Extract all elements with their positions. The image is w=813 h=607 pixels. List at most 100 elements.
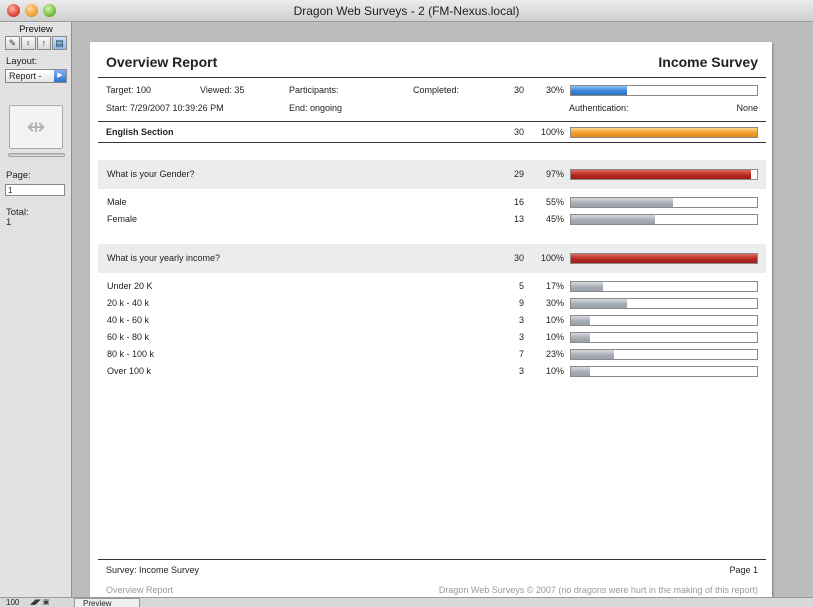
- popup-arrow-icon: ▶: [54, 70, 66, 82]
- header-divider: [98, 77, 766, 78]
- section-percent: 100%: [540, 127, 564, 137]
- section-bar: [570, 127, 758, 138]
- answer-bar-fill: [571, 316, 590, 325]
- answer-bar-fill: [571, 299, 627, 308]
- report-page: Overview Report Income Survey Target: 10…: [90, 42, 772, 597]
- answer-label: 80 k - 100 k: [107, 349, 155, 359]
- window-title: Dragon Web Surveys - 2 (FM-Nexus.local): [293, 4, 520, 18]
- answer-percent: 30%: [545, 298, 564, 308]
- mode-popup[interactable]: Preview: [74, 598, 140, 607]
- section-divider-top: [98, 121, 766, 122]
- layout-popup[interactable]: Report - ▶: [5, 69, 67, 83]
- answer-bar-fill: [571, 350, 614, 359]
- answer-percent: 10%: [545, 315, 564, 325]
- lasso-icon[interactable]: ♀: [20, 36, 36, 50]
- answer-count: 9: [518, 298, 524, 308]
- answer-bar: [570, 332, 758, 343]
- question-bar-fill: [571, 170, 752, 179]
- answer-percent: 45%: [545, 214, 564, 224]
- answer-percent: 10%: [545, 332, 564, 342]
- total-label: Total: 1: [6, 208, 29, 228]
- zoom-level[interactable]: 100: [6, 598, 19, 607]
- answer-bar: [570, 281, 758, 292]
- answer-bar-fill: [571, 333, 590, 342]
- answer-bar: [570, 349, 758, 360]
- section-count: 30: [513, 127, 524, 137]
- answer-bar: [570, 315, 758, 326]
- answer-bar: [570, 214, 758, 225]
- answer-count: 13: [513, 214, 524, 224]
- start-text: Start: 7/29/2007 10:39:26 PM: [106, 103, 224, 113]
- lock-icon[interactable]: ↑: [36, 36, 52, 50]
- layout-value: Report -: [9, 71, 42, 81]
- layout-label: Layout:: [6, 56, 38, 67]
- footer-divider: [98, 559, 766, 560]
- question-percent: 100%: [540, 253, 564, 263]
- page-icon[interactable]: ▤: [52, 36, 67, 50]
- answer-bar-fill: [571, 215, 655, 224]
- viewed-text: Viewed: 35: [200, 85, 245, 95]
- completed-count: 30: [513, 85, 524, 95]
- footer-survey-name: Survey: Income Survey: [106, 565, 200, 575]
- question-label: What is your yearly income?: [107, 253, 221, 263]
- report-title: Overview Report: [106, 54, 218, 70]
- answer-count: 16: [513, 197, 524, 207]
- end-text: End: ongoing: [289, 103, 343, 113]
- section-divider-bottom: [98, 142, 766, 143]
- question-label: What is your Gender?: [107, 169, 195, 179]
- total-value: 1: [6, 217, 12, 228]
- mode-label: Preview: [19, 24, 53, 35]
- answer-percent: 10%: [545, 366, 564, 376]
- book-navigator-icon[interactable]: ⇹: [9, 105, 63, 149]
- question-count: 29: [513, 169, 524, 179]
- completed-label: Completed:: [413, 85, 460, 95]
- answer-label: Under 20 K: [107, 281, 153, 291]
- answer-bar: [570, 197, 758, 208]
- page-label: Page:: [6, 170, 31, 181]
- answer-label: Over 100 k: [107, 366, 152, 376]
- zoom-controls-icon[interactable]: ◢◤ ▣: [30, 599, 68, 607]
- answer-bar-fill: [571, 367, 590, 376]
- question-bar: [570, 169, 758, 180]
- answer-label: 20 k - 40 k: [107, 298, 150, 308]
- authentication-value: None: [736, 103, 758, 113]
- section-bar-fill: [571, 128, 757, 137]
- pencil-icon[interactable]: ✎: [5, 36, 20, 50]
- bottom-bar: 100 ◢◤ ▣ Preview: [0, 597, 813, 607]
- answer-count: 3: [518, 366, 524, 376]
- status-area: Preview ✎ ♀ ↑ ▤ Layout: Report - ▶ ⇹ Pag…: [0, 22, 72, 597]
- answer-count: 5: [518, 281, 524, 291]
- completed-percent: 30%: [545, 85, 564, 95]
- survey-name: Income Survey: [658, 54, 758, 70]
- answer-label: Male: [107, 197, 127, 207]
- question-count: 30: [513, 253, 524, 263]
- section-label: English Section: [106, 127, 174, 137]
- answer-percent: 55%: [545, 197, 564, 207]
- answer-bar-fill: [571, 282, 603, 291]
- footer-credit: Dragon Web Surveys © 2007 (no dragons we…: [438, 585, 758, 595]
- answer-label: 40 k - 60 k: [107, 315, 150, 325]
- target-text: Target: 100: [106, 85, 152, 95]
- participants-label: Participants:: [289, 85, 339, 95]
- footer-page-number: Page 1: [729, 565, 758, 575]
- footer-report-name: Overview Report: [106, 585, 174, 595]
- answer-count: 3: [518, 315, 524, 325]
- authentication-label: Authentication:: [569, 103, 629, 113]
- question-percent: 97%: [545, 169, 564, 179]
- answer-bar-fill: [571, 198, 674, 207]
- page-number-field[interactable]: 1: [5, 184, 65, 196]
- completed-bar: [570, 85, 758, 96]
- answer-label: Female: [107, 214, 138, 224]
- question-bar: [570, 253, 758, 264]
- answer-bar: [570, 298, 758, 309]
- completed-bar-fill: [571, 86, 627, 95]
- answer-percent: 17%: [545, 281, 564, 291]
- answer-count: 3: [518, 332, 524, 342]
- preview-area: Overview Report Income Survey Target: 10…: [73, 22, 813, 597]
- title-bar: Dragon Web Surveys - 2 (FM-Nexus.local): [0, 0, 813, 22]
- answer-percent: 23%: [545, 349, 564, 359]
- answer-count: 7: [518, 349, 524, 359]
- answer-label: 60 k - 80 k: [107, 332, 150, 342]
- record-slider[interactable]: [8, 153, 65, 157]
- answer-bar: [570, 366, 758, 377]
